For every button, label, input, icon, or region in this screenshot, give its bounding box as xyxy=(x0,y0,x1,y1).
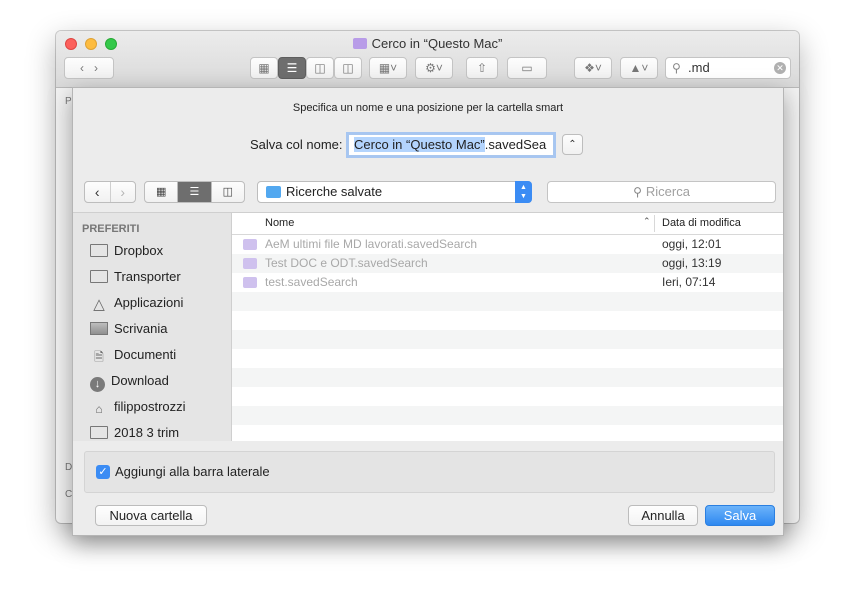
save-button[interactable]: Salva xyxy=(705,505,775,526)
sidebar-item-label: Dropbox xyxy=(114,243,164,258)
file-row[interactable]: Test DOC e ODT.savedSearch oggi, 13:19 xyxy=(232,254,783,273)
download-icon: ↓ xyxy=(90,377,105,392)
arrange-button[interactable]: ▦˅ xyxy=(369,57,407,79)
sidebar: PREFERITI Dropbox Transporter △ Applicazi… xyxy=(73,212,232,441)
desktop-icon xyxy=(90,322,108,335)
file-row[interactable]: AeM ultimi file MD lavorati.savedSearch … xyxy=(232,235,783,254)
location-popup[interactable]: Ricerche salvate ▲ ▼ xyxy=(257,181,532,203)
navigation-buttons: ‹ › xyxy=(84,181,136,203)
save-as-input[interactable]: Cerco in “Questo Mac”.savedSea xyxy=(348,134,554,156)
location-label: Ricerche salvate xyxy=(286,184,383,199)
empty-row xyxy=(232,387,783,406)
list-view-button[interactable]: ☰ xyxy=(177,182,211,202)
smart-folder-icon xyxy=(352,38,367,49)
sidebar-item-label: Scrivania xyxy=(114,321,168,336)
documents-icon: 🗎 xyxy=(94,350,104,364)
forward-button[interactable]: › xyxy=(109,182,136,202)
icon-view-button[interactable]: ▦ xyxy=(250,57,278,79)
file-date: Ieri, 07:14 xyxy=(662,275,716,289)
sort-ascending-icon: ⌃ xyxy=(643,216,651,226)
add-to-sidebar-checkbox[interactable]: ✓ xyxy=(96,465,110,479)
finder-search-field[interactable]: ⚲ .md ✕ xyxy=(665,57,791,79)
file-date: oggi, 12:01 xyxy=(662,237,722,251)
options-panel: ✓ Aggiungi alla barra laterale xyxy=(84,451,775,493)
column-header-name[interactable]: Nome xyxy=(265,217,294,229)
empty-row xyxy=(232,349,783,368)
column-view-button[interactable]: ◫ xyxy=(210,182,244,202)
window-title: Cerco in “Questo Mac” xyxy=(56,36,799,51)
sidebar-item-label: Documenti xyxy=(114,347,177,362)
folder-icon xyxy=(90,244,108,257)
clear-search-icon[interactable]: ✕ xyxy=(774,62,786,74)
column-divider[interactable] xyxy=(654,215,655,232)
sidebar-item-documents[interactable]: 🗎 Documenti xyxy=(90,345,176,365)
folder-icon xyxy=(266,186,281,198)
file-name: Test DOC e ODT.savedSearch xyxy=(265,256,428,270)
gallery-view-button[interactable]: ◫ xyxy=(334,57,362,79)
file-name: AeM ultimi file MD lavorati.savedSearch xyxy=(265,237,478,251)
file-list-header: Nome ⌃ Data di modifica xyxy=(232,213,783,235)
sidebar-item-applications[interactable]: △ Applicazioni xyxy=(90,293,183,313)
save-as-selected-text: Cerco in “Questo Mac” xyxy=(354,137,485,152)
sidebar-item-label: Download xyxy=(111,373,169,388)
applications-icon: △ xyxy=(93,296,105,313)
collapse-chevron-up-button[interactable]: ⌃ xyxy=(562,134,583,155)
sidebar-item-transporter[interactable]: Transporter xyxy=(90,267,181,287)
finder-toolbar: Cerco in “Questo Mac” ‹ › ▦ ☰ ◫ ◫ ▦˅ ⚙˅ … xyxy=(56,31,799,88)
empty-row xyxy=(232,406,783,425)
save-sheet: Specifica un nome e una posizione per la… xyxy=(72,87,784,536)
popup-arrows-icon: ▲ ▼ xyxy=(515,181,532,203)
save-as-label: Salva col nome: xyxy=(250,137,343,152)
icon-view-button[interactable]: ▦ xyxy=(145,182,177,202)
column-header-date[interactable]: Data di modifica xyxy=(662,217,741,229)
sidebar-header: PREFERITI xyxy=(82,223,140,235)
empty-row xyxy=(232,425,783,441)
folder-icon xyxy=(90,270,108,283)
column-view-button[interactable]: ◫ xyxy=(306,57,334,79)
gear-icon[interactable]: ⚙˅ xyxy=(415,57,453,79)
folder-icon xyxy=(90,426,108,439)
cancel-button[interactable]: Annulla xyxy=(628,505,698,526)
sidebar-item-label: filippostrozzi xyxy=(114,399,186,414)
window-title-text: Cerco in “Questo Mac” xyxy=(371,36,503,51)
sheet-search-field[interactable]: ⚲ Ricerca xyxy=(547,181,776,203)
save-as-extension-text: .savedSea xyxy=(484,137,547,152)
smart-folder-icon xyxy=(243,258,257,269)
search-icon: ⚲ xyxy=(633,185,642,199)
finder-sidebar-letter: P xyxy=(65,96,72,107)
empty-row xyxy=(232,311,783,330)
smart-folder-icon xyxy=(243,239,257,250)
file-list: Nome ⌃ Data di modifica AeM ultimi file … xyxy=(232,212,783,441)
sidebar-item-label: Transporter xyxy=(114,269,181,284)
sidebar-item-dropbox[interactable]: Dropbox xyxy=(90,241,163,261)
sheet-message: Specifica un nome e una posizione per la… xyxy=(292,102,564,114)
new-folder-button[interactable]: Nuova cartella xyxy=(95,505,207,526)
sidebar-item-home[interactable]: ⌂ filippostrozzi xyxy=(90,397,186,417)
sidebar-item-label: Applicazioni xyxy=(114,295,184,310)
add-to-sidebar-label[interactable]: Aggiungi alla barra laterale xyxy=(115,464,270,479)
empty-row xyxy=(232,330,783,349)
sidebar-item-2018-3-trim[interactable]: 2018 3 trim xyxy=(90,423,179,441)
empty-row xyxy=(232,292,783,311)
sidebar-item-label: 2018 3 trim xyxy=(114,425,180,440)
sidebar-item-desktop[interactable]: Scrivania xyxy=(90,319,167,339)
search-placeholder: Ricerca xyxy=(645,184,690,199)
dropbox-icon[interactable]: ❖˅ xyxy=(574,57,612,79)
home-icon: ⌂ xyxy=(95,402,103,416)
sidebar-item-download[interactable]: ↓ Download xyxy=(90,371,169,392)
tag-icon[interactable]: ▭ xyxy=(507,57,547,79)
search-icon: ⚲ xyxy=(672,61,681,75)
list-view-button[interactable]: ☰ xyxy=(278,57,306,79)
file-name: test.savedSearch xyxy=(265,275,358,289)
view-mode-buttons: ▦ ☰ ◫ xyxy=(144,181,245,203)
file-date: oggi, 13:19 xyxy=(662,256,722,270)
smart-folder-icon xyxy=(243,277,257,288)
back-button[interactable]: ‹ xyxy=(85,182,110,202)
share-icon[interactable]: ⇧ xyxy=(466,57,498,79)
finder-search-value: .md xyxy=(688,60,710,75)
empty-row xyxy=(232,368,783,387)
back-forward-buttons[interactable]: ‹ › xyxy=(64,57,114,79)
file-row[interactable]: test.savedSearch Ieri, 07:14 xyxy=(232,273,783,292)
transporter-icon[interactable]: ▲˅ xyxy=(620,57,658,79)
